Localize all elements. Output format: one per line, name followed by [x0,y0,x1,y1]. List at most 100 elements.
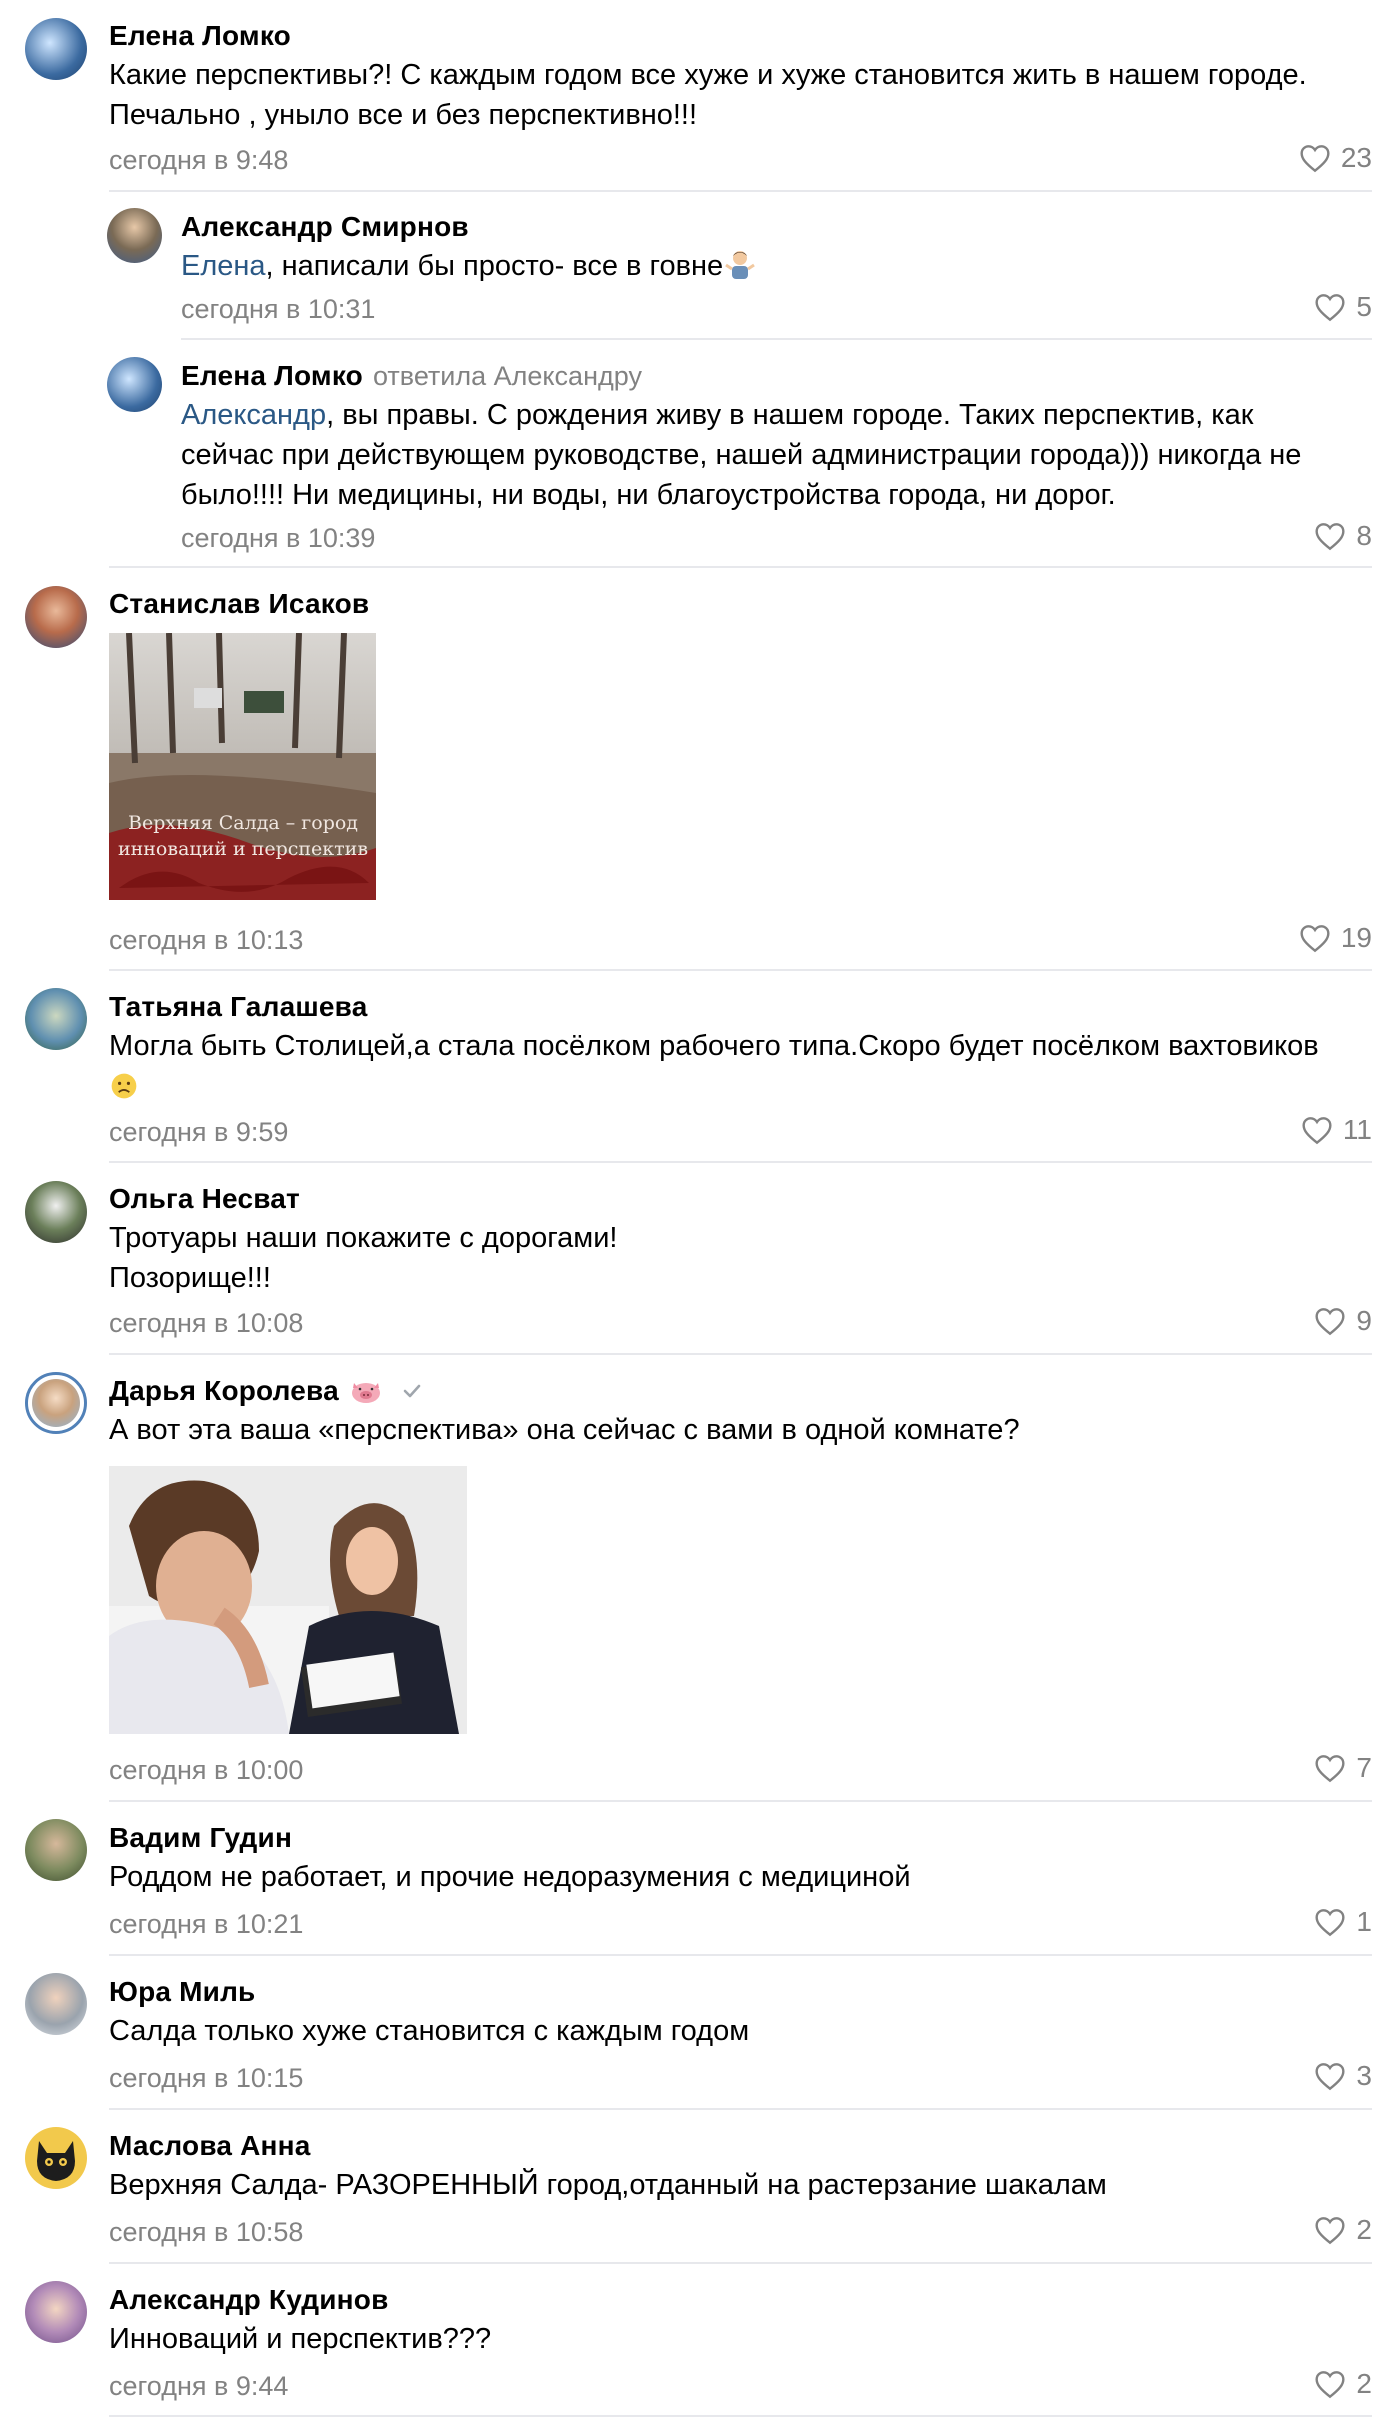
comment-time[interactable]: сегодня в 10:58 [109,2217,303,2248]
divider [109,566,1372,568]
comment-time[interactable]: сегодня в 9:44 [109,2371,288,2402]
photo-caption-line-1: Верхняя Салда – город [128,812,358,834]
comment-text: Инноваций и перспектив??? [109,2323,492,2355]
comment-text: А вот эта ваша «перспектива» она сейчас … [109,1414,1020,1446]
comment-author[interactable]: Станислав Исаков [109,588,369,620]
like-button[interactable]: 5 [1314,291,1372,323]
heart-icon [1302,1117,1332,1145]
like-count: 2 [1356,2368,1372,2399]
like-button[interactable]: 2 [1314,2214,1372,2246]
divider [109,2262,1372,2264]
comment-time[interactable]: сегодня в 10:31 [181,294,375,325]
divider [109,1353,1372,1355]
comment-author[interactable]: Маслова Анна [109,2130,311,2162]
like-count: 2 [1356,2214,1372,2245]
divider [109,1954,1372,1956]
like-button[interactable]: 9 [1314,1305,1372,1337]
cat-avatar-image [37,2141,75,2181]
photo-consultation-image [109,1466,467,1734]
comment-time[interactable]: сегодня в 9:59 [109,1117,288,1148]
divider [181,338,1372,340]
comment-time[interactable]: сегодня в 10:00 [109,1755,303,1786]
avatar[interactable] [25,1973,87,2035]
photo-caption-line-2: инноваций и перспектив [118,838,368,860]
like-button[interactable]: 7 [1314,1752,1372,1784]
comment-author[interactable]: Татьяна Галашева [109,991,367,1023]
check-icon [403,1384,421,1398]
heart-icon [1315,1755,1345,1783]
like-count: 3 [1356,2060,1372,2091]
attached-photo[interactable]: Верхняя Салда – город инноваций и перспе… [109,633,376,900]
mention-link[interactable]: Александр [181,399,326,431]
comment-text: Могла быть Столицей,а стала посёлком раб… [109,1026,1319,1106]
comment-time[interactable]: сегодня в 10:15 [109,2063,303,2094]
divider [109,969,1372,971]
like-count: 23 [1340,142,1372,173]
heart-icon [1315,2217,1345,2245]
like-count: 8 [1356,520,1372,551]
heart-icon [1315,1308,1345,1336]
like-button[interactable]: 1 [1314,1906,1372,1938]
divider [109,1161,1372,1163]
like-button[interactable]: 23 [1299,142,1372,174]
comment-author[interactable]: Ольга Несват [109,1183,300,1215]
comment-text: Роддом не работает, и прочие недоразумен… [109,1861,911,1893]
mention-link[interactable]: Елена [181,250,266,282]
like-button[interactable]: 3 [1314,2060,1372,2092]
like-button[interactable]: 2 [1314,2368,1372,2400]
avatar[interactable] [25,2281,87,2343]
attached-photo[interactable] [109,1466,467,1734]
like-count: 1 [1356,1906,1372,1937]
like-count: 9 [1356,1305,1372,1336]
avatar[interactable] [25,1372,87,1434]
like-button[interactable]: 11 [1301,1114,1372,1146]
avatar[interactable] [107,208,162,263]
heart-icon [1315,2371,1345,2399]
comment-text: Тротуары наши покажите с дорогами! Позор… [109,1222,618,1294]
heart-icon [1315,294,1345,322]
comment-author[interactable]: Елена Ломко [181,360,363,392]
divider [109,190,1372,192]
photo-street-image: Верхняя Салда – город инноваций и перспе… [109,633,376,900]
comment-author[interactable]: Александр Смирнов [181,211,469,243]
avatar[interactable] [107,357,162,412]
comment-author[interactable]: Елена Ломко [109,20,291,52]
replied-to-label[interactable]: ответила Александру [373,361,642,392]
like-count: 11 [1342,1114,1372,1145]
comment-time[interactable]: сегодня в 10:08 [109,1308,303,1339]
heart-icon [1300,925,1330,953]
divider [109,1800,1372,1802]
avatar[interactable] [25,1181,87,1243]
comment-text: Салда только хуже становится с каждым го… [109,2015,750,2047]
pig-emoji-icon [351,1383,380,1403]
like-count: 5 [1356,291,1372,322]
comment-author[interactable]: Вадим Гудин [109,1822,292,1854]
like-button[interactable]: 8 [1314,520,1372,552]
avatar[interactable] [25,2127,87,2189]
like-count: 19 [1340,922,1372,953]
avatar[interactable] [25,18,87,80]
comment-author[interactable]: Юра Миль [109,1976,255,2008]
divider [109,2108,1372,2110]
comment-author[interactable]: Александр Кудинов [109,2284,389,2316]
avatar[interactable] [25,1819,87,1881]
sad-face-emoji-icon [111,1073,137,1099]
comments-page: Елена Ломко Какие перспективы?! С каждым… [0,0,1400,2427]
comment-time[interactable]: сегодня в 10:39 [181,523,375,554]
like-button[interactable]: 19 [1299,922,1372,954]
comment-text: Александр, вы правы. С рождения живу в н… [181,399,1302,511]
avatar[interactable] [25,586,87,648]
comment-time[interactable]: сегодня в 10:13 [109,925,303,956]
comment-time[interactable]: сегодня в 9:48 [109,145,288,176]
like-count: 7 [1356,1752,1372,1783]
comment-text: Какие перспективы?! С каждым годом все х… [109,59,1307,131]
divider [109,2415,1372,2417]
heart-icon [1315,1909,1345,1937]
heart-icon [1315,2063,1345,2091]
comment-text: Верхняя Салда- РАЗОРЕННЫЙ город,отданный… [109,2169,1107,2201]
comment-author[interactable]: Дарья Королева [109,1375,339,1407]
comment-text: Елена, написали бы просто- все в говне [181,246,757,286]
avatar[interactable] [25,988,87,1050]
heart-icon [1315,523,1345,551]
comment-time[interactable]: сегодня в 10:21 [109,1909,303,1940]
